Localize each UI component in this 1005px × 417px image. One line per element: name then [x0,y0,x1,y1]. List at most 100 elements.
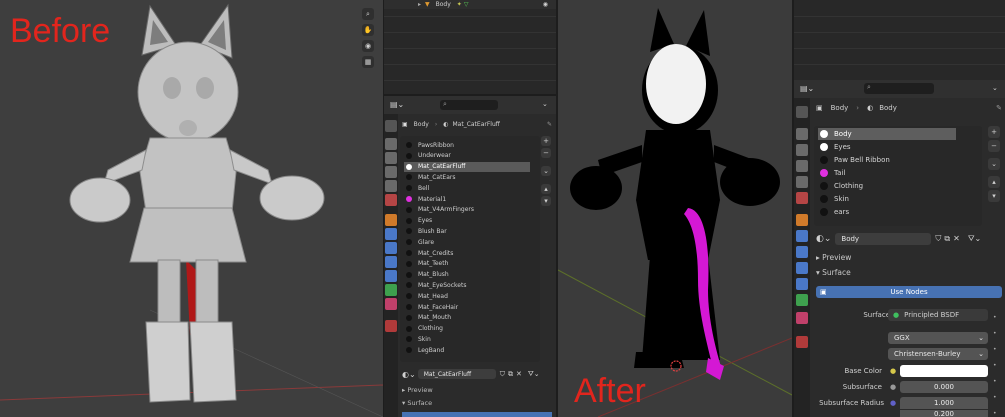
surface-section-header[interactable]: ▾ Surface [816,268,851,277]
distribution-dropdown[interactable]: GGX ⌄ [888,332,988,344]
tab-output[interactable] [796,144,808,156]
fake-user-icon[interactable]: ⛉ [935,234,941,244]
viewport-before[interactable]: Before ⌕ ✋ ◉ ▦ [0,0,383,417]
zoom-icon[interactable]: ⌕ [362,8,374,20]
slot-menu-chevron-icon[interactable]: ⌄ [988,158,1000,170]
tab-physics[interactable] [796,262,808,274]
pin-icon[interactable]: ✎ [996,104,1002,112]
tab-particles[interactable] [385,242,397,254]
material-name-field[interactable]: Mat_CatEarFluff [417,369,496,379]
preview-section-header[interactable]: ▸ Preview [816,253,851,262]
tab-constraints[interactable] [385,270,397,282]
tab-data[interactable] [385,284,397,296]
material-slot[interactable]: Eyes [818,141,956,153]
surface-shader-field[interactable]: ● Principled BSDF [888,309,988,321]
tab-world[interactable] [796,192,808,204]
material-slot[interactable]: Underwear [404,151,530,161]
material-slot[interactable]: PawsRibbon [404,140,530,150]
unlink-close-icon[interactable]: ✕ [953,234,960,243]
tab-tool[interactable] [796,106,808,118]
outliner-row-body[interactable]: ▸ ▼ Body ✦ ▽ ◉ [384,0,556,9]
preview-section-header[interactable]: ▸ Preview [402,386,433,394]
pin-icon[interactable]: ✎ [547,121,552,128]
tab-object[interactable] [385,214,397,226]
material-slot[interactable]: Glare [404,237,530,247]
options-chevron-icon[interactable]: ⌄ [992,84,998,92]
subsurface-field[interactable]: 0.000 [900,381,988,393]
use-nodes-bar[interactable] [402,412,552,417]
move-down-button[interactable]: ▾ [988,190,1000,202]
material-slot[interactable]: Blush Bar [404,226,530,236]
material-slot[interactable]: Bell [404,183,530,193]
material-browse-icon[interactable]: ◐⌄ [402,370,416,379]
material-slot[interactable]: Mat_EyeSockets [404,280,530,290]
duplicate-icon[interactable]: ⧉ [508,370,513,379]
tab-physics[interactable] [385,256,397,268]
slot-menu-chevron-icon[interactable]: ⌄ [541,166,551,176]
tab-scene[interactable] [385,180,397,192]
fake-user-icon[interactable]: ⛉ [500,370,505,379]
tab-tool[interactable] [385,120,397,132]
viewport-after[interactable]: After [558,0,792,417]
tab-particles[interactable] [796,246,808,258]
subsurface-radius-x-field[interactable]: 1.000 [900,397,988,409]
tab-modifiers[interactable] [796,230,808,242]
material-slot[interactable]: ears [818,206,956,218]
subsurface-radius-y-field[interactable]: 0.200 [900,410,988,417]
remove-slot-button[interactable]: − [988,140,1000,152]
material-slot[interactable]: Mat_CatEarFluff [404,161,530,172]
material-slot[interactable]: Mat_Teeth [404,259,530,269]
material-slot[interactable]: Clothing [404,324,530,334]
material-slot[interactable]: Material1 [404,194,530,204]
tab-output[interactable] [385,152,397,164]
editor-type-icon[interactable]: ▤⌄ [800,84,814,93]
material-slot[interactable]: Mat_Blush [404,270,530,280]
material-slot[interactable]: Mat_FaceHair [404,302,530,312]
move-up-button[interactable]: ▴ [541,184,551,194]
remove-slot-button[interactable]: − [541,148,551,158]
hand-pan-icon[interactable]: ✋ [362,24,374,36]
base-color-swatch[interactable] [900,365,988,377]
options-chevron-icon[interactable]: ⌄ [542,100,548,108]
tab-view-layer[interactable] [796,160,808,172]
tab-modifiers[interactable] [385,228,397,240]
properties-search-input[interactable]: ⌕ [440,100,498,110]
unlink-close-icon[interactable]: ✕ [516,370,522,378]
material-slot[interactable]: Tail [818,167,956,179]
tab-texture[interactable] [796,336,808,348]
material-slot[interactable]: LegBand [404,345,530,355]
material-name-field[interactable]: Body [835,232,932,245]
tab-data[interactable] [796,294,808,306]
node-link-icon[interactable]: ⛛⌄ [968,234,981,244]
material-slot[interactable]: Eyes [404,216,530,226]
material-slot[interactable]: Clothing [818,180,956,192]
material-slot[interactable]: Mat_Head [404,291,530,301]
editor-type-icon[interactable]: ▤⌄ [390,100,404,110]
subsurface-method-dropdown[interactable]: Christensen-Burley ⌄ [888,348,988,360]
add-slot-button[interactable]: + [988,126,1000,138]
tab-view-layer[interactable] [385,166,397,178]
grid-icon[interactable]: ▦ [362,56,374,68]
material-slot[interactable]: Skin [818,193,956,205]
material-slot[interactable]: Skin [404,334,530,344]
tab-render[interactable] [796,128,808,140]
move-up-button[interactable]: ▴ [988,176,1000,188]
tab-render[interactable] [385,138,397,150]
tab-world[interactable] [385,194,397,206]
node-link-icon[interactable]: ⛛⌄ [528,370,540,379]
tab-texture[interactable] [385,320,397,332]
tab-scene[interactable] [796,176,808,188]
tab-material[interactable] [385,298,397,310]
tab-material[interactable] [796,312,808,324]
eye-icon[interactable]: ◉ [543,1,548,8]
material-slot[interactable]: Mat_Mouth [404,313,530,323]
use-nodes-button[interactable]: ▣ Use Nodes [816,286,1002,298]
material-slot[interactable]: Paw Bell Ribbon [818,154,956,166]
camera-icon[interactable]: ◉ [362,40,374,52]
material-slot[interactable]: Mat_Credits [404,248,530,258]
add-slot-button[interactable]: + [541,136,551,146]
material-slot[interactable]: Mat_CatEars [404,172,530,182]
surface-section-header[interactable]: ▾ Surface [402,399,432,407]
material-slot[interactable]: Body [818,128,956,140]
properties-search-input[interactable]: ⌕ [864,83,934,94]
